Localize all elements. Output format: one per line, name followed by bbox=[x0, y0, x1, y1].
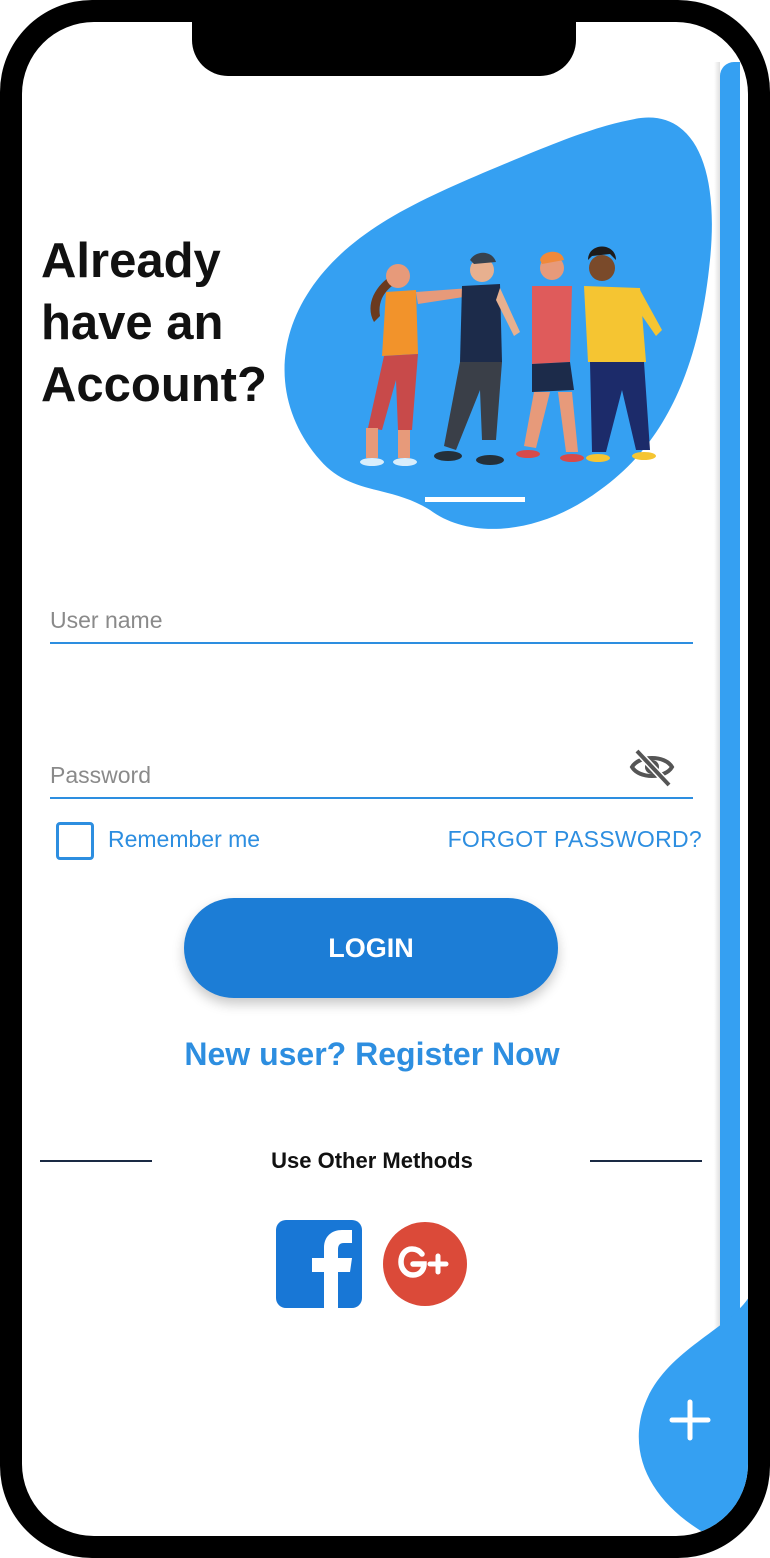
username-placeholder: User name bbox=[50, 607, 163, 633]
hero-illustration bbox=[284, 117, 712, 529]
hero-ground-mark bbox=[425, 497, 525, 502]
phone-frame: Already have an Account? User name Passw… bbox=[0, 0, 770, 1558]
forgot-password-link[interactable]: FORGOT PASSWORD? bbox=[448, 826, 702, 853]
register-link[interactable]: New user? Register Now bbox=[22, 1036, 722, 1073]
remember-me-label[interactable]: Remember me bbox=[108, 826, 260, 853]
facebook-login-button[interactable] bbox=[276, 1220, 362, 1308]
plus-icon[interactable] bbox=[662, 1392, 718, 1448]
eye-slash-icon[interactable] bbox=[629, 747, 675, 787]
password-field[interactable]: Password bbox=[50, 737, 693, 799]
divider-right bbox=[590, 1160, 702, 1162]
username-field[interactable]: User name bbox=[50, 582, 693, 644]
page-title: Already have an Account? bbox=[41, 234, 267, 412]
login-button[interactable]: LOGIN bbox=[184, 898, 558, 998]
login-screen: Already have an Account? User name Passw… bbox=[22, 22, 748, 1536]
phone-notch bbox=[192, 22, 576, 76]
password-placeholder: Password bbox=[50, 762, 151, 788]
facebook-icon bbox=[312, 1230, 352, 1308]
google-plus-icon bbox=[383, 1222, 467, 1306]
remember-me-checkbox[interactable] bbox=[56, 822, 94, 860]
google-plus-login-button[interactable] bbox=[382, 1220, 468, 1308]
